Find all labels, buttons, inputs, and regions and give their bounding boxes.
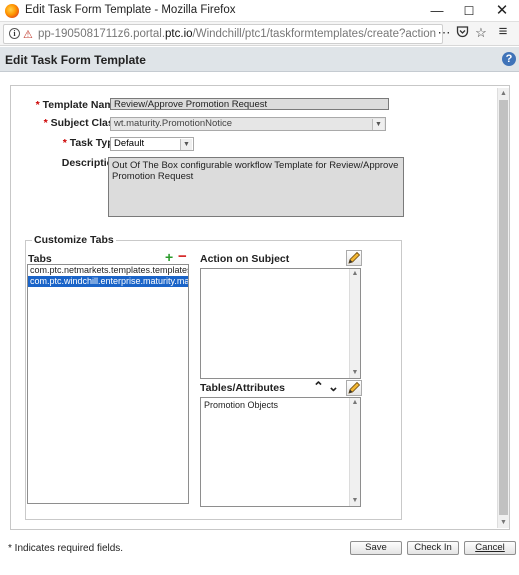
customize-tabs-legend: Customize Tabs [32, 234, 116, 246]
cancel-button[interactable]: Cancel [464, 541, 516, 555]
close-window-button[interactable]: ✕ [485, 0, 519, 22]
save-button[interactable]: Save [350, 541, 402, 555]
action-on-subject-list[interactable]: ▲ ▼ [200, 268, 361, 379]
pocket-icon[interactable] [454, 25, 470, 41]
scroll-down-icon[interactable]: ▼ [498, 517, 509, 528]
chevron-down-icon: ▼ [180, 139, 192, 150]
template-name-label: * Template Name: [35, 99, 123, 111]
template-name-field: Review/Approve Promotion Request [110, 98, 389, 110]
minimize-button[interactable]: — [420, 0, 454, 22]
scroll-down-icon[interactable]: ▼ [350, 496, 360, 506]
tables-attributes-label: Tables/Attributes [200, 382, 285, 394]
move-up-icon[interactable]: ⌃ [313, 380, 324, 393]
star-icon[interactable]: ☆ [473, 25, 489, 41]
customize-tabs-group: Customize Tabs Tabs + − com.ptc.netmarke… [25, 234, 402, 520]
help-icon[interactable]: ? [502, 52, 516, 66]
move-down-icon[interactable]: ⌄ [328, 380, 339, 393]
insecure-lock-icon[interactable]: ⚠ [23, 28, 33, 41]
list-item[interactable]: com.ptc.windchill.enterprise.maturity.ma… [28, 276, 188, 287]
scroll-up-icon[interactable]: ▲ [498, 88, 509, 99]
scrollbar-thumb[interactable] [499, 100, 508, 515]
task-type-label: * Task Type: [62, 137, 123, 149]
maximize-button[interactable]: ☐ [452, 0, 486, 22]
chevron-down-icon: ▼ [372, 119, 384, 130]
pencil-icon [348, 381, 361, 394]
subject-class-label: * Subject Class: [43, 117, 123, 129]
tables-list-scrollbar[interactable]: ▲ ▼ [349, 398, 360, 506]
action-on-subject-label: Action on Subject [200, 253, 290, 265]
address-bar[interactable]: i ⚠ pp-1905081711z6.portal.ptc.io/Windch… [3, 24, 443, 44]
list-item[interactable]: Promotion Objects [201, 398, 360, 411]
window-title: Edit Task Form Template - Mozilla Firefo… [25, 4, 236, 16]
url-text[interactable]: pp-1905081711z6.portal.ptc.io/Windchill/… [38, 28, 436, 40]
remove-tab-icon[interactable]: − [178, 249, 187, 264]
menu-icon[interactable]: ≡ [495, 24, 511, 40]
firefox-logo-icon [5, 4, 19, 18]
tabs-list[interactable]: com.ptc.netmarkets.templates.templatesR.… [27, 264, 189, 504]
scroll-up-icon[interactable]: ▲ [350, 398, 360, 408]
dialog-title: Edit Task Form Template [5, 53, 146, 67]
edit-tables-button[interactable] [346, 380, 362, 396]
action-list-scrollbar[interactable]: ▲ ▼ [349, 269, 360, 378]
subject-class-select: wt.maturity.PromotionNotice ▼ [110, 117, 386, 131]
task-type-select[interactable]: Default ▼ [110, 137, 194, 151]
window-titlebar: Edit Task Form Template - Mozilla Firefo… [0, 0, 519, 22]
content-scrollbar[interactable]: ▲ ▼ [497, 88, 509, 528]
add-tab-icon[interactable]: + [165, 250, 173, 264]
check-in-button[interactable]: Check In [407, 541, 459, 555]
description-field: Out Of The Box configurable workflow Tem… [108, 157, 404, 217]
url-toolbar: i ⚠ pp-1905081711z6.portal.ptc.io/Windch… [0, 22, 519, 46]
edit-actions-button[interactable] [346, 250, 362, 266]
required-fields-note: * Indicates required fields. [8, 543, 124, 554]
list-item[interactable]: com.ptc.netmarkets.templates.templatesR.… [28, 265, 188, 276]
more-icon[interactable]: ⋯ [436, 25, 452, 41]
info-icon[interactable]: i [9, 28, 20, 39]
content-panel: * Template Name: Review/Approve Promotio… [10, 85, 510, 530]
tables-attributes-list[interactable]: Promotion Objects ▲ ▼ [200, 397, 361, 507]
scroll-up-icon[interactable]: ▲ [350, 269, 360, 279]
dialog-header: Edit Task Form Template ? [0, 47, 519, 72]
scroll-down-icon[interactable]: ▼ [350, 368, 360, 378]
pencil-icon [348, 251, 361, 264]
